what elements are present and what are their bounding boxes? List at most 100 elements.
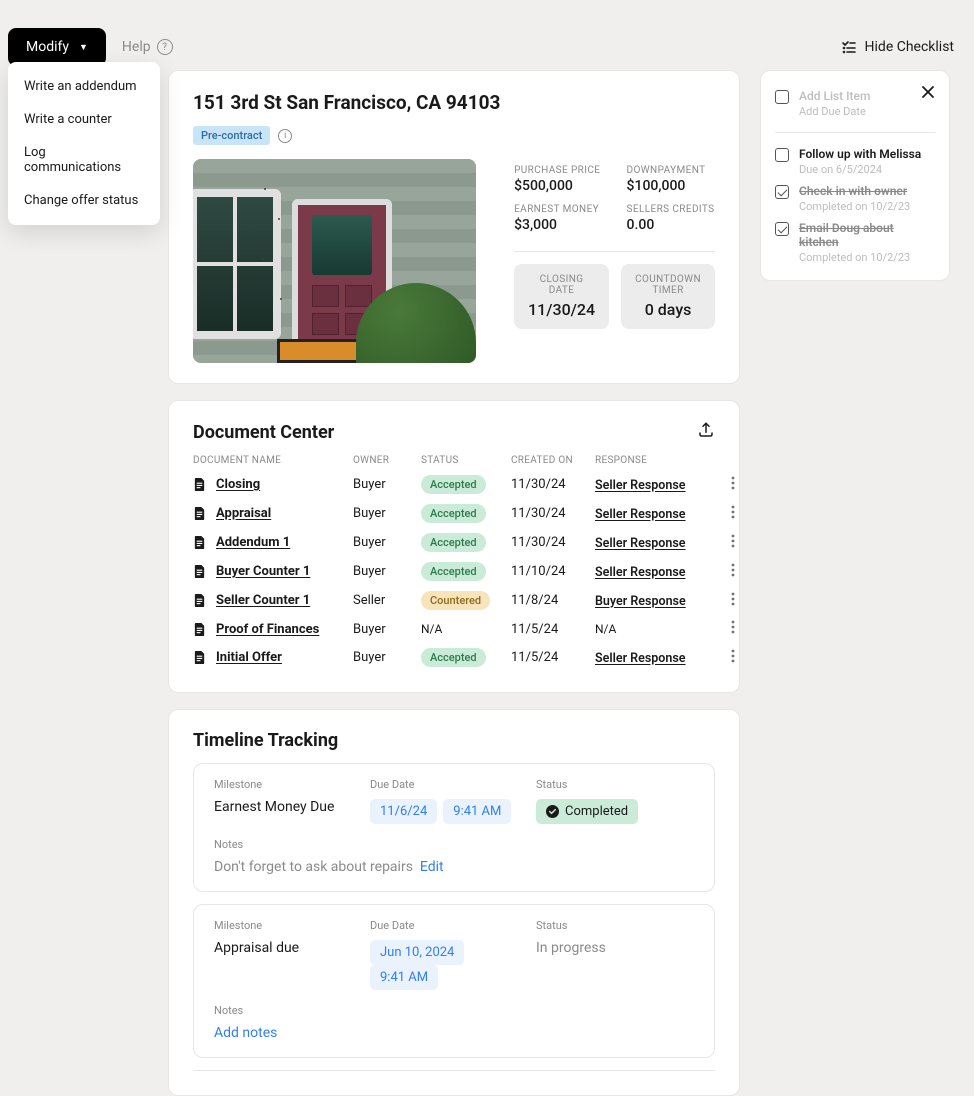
document-name-link[interactable]: Appraisal	[216, 506, 271, 521]
checklist-item-sub: Due on 6/5/2024	[799, 163, 921, 176]
document-icon	[193, 506, 206, 521]
checklist-icon	[841, 39, 857, 55]
modify-dropdown: Write an addendum Write a counter Log co…	[8, 62, 160, 225]
document-name-link[interactable]: Initial Offer	[216, 650, 282, 665]
document-name-link[interactable]: Buyer Counter 1	[216, 564, 310, 579]
status-completed-badge: Completed	[536, 799, 638, 824]
sellers-credits-value: 0.00	[627, 217, 715, 233]
col-created: CREATED ON	[511, 455, 595, 466]
checklist-item[interactable]: Check in with ownerCompleted on 10/2/23	[775, 180, 935, 217]
countdown-label: COUNTDOWN TIMER	[635, 274, 701, 296]
menu-change-offer-status[interactable]: Change offer status	[8, 184, 160, 217]
earnest-value: $3,000	[514, 217, 602, 233]
due-date-pill[interactable]: Jun 10, 2024	[370, 940, 464, 965]
response-link[interactable]: Seller Response	[595, 536, 686, 551]
row-more-button[interactable]	[715, 505, 735, 523]
due-date-label: Due Date	[370, 919, 536, 932]
owner-cell: Buyer	[353, 535, 421, 550]
purchase-price-label: PURCHASE PRICE	[514, 165, 602, 176]
checkbox-checked-icon[interactable]	[775, 222, 789, 236]
owner-cell: Buyer	[353, 506, 421, 521]
checklist-item[interactable]: Email Doug about kitchenCompleted on 10/…	[775, 217, 935, 268]
edit-notes-link[interactable]: Edit	[420, 859, 444, 875]
hide-checklist-label: Hide Checklist	[865, 39, 954, 55]
row-more-button[interactable]	[715, 649, 735, 667]
checkbox-icon[interactable]	[775, 148, 789, 162]
response-link[interactable]: Seller Response	[595, 565, 686, 580]
due-time-pill[interactable]: 9:41 AM	[443, 799, 511, 824]
status-label: Status	[536, 919, 694, 932]
created-cell: 11/10/24	[511, 564, 595, 579]
created-cell: 11/30/24	[511, 477, 595, 492]
add-due-date-placeholder: Add Due Date	[799, 105, 870, 118]
due-date-pill[interactable]: 11/6/24	[370, 799, 437, 824]
status-badge: Accepted	[421, 533, 486, 552]
due-time-pill[interactable]: 9:41 AM	[370, 965, 438, 990]
timeline-item: Milestone Appraisal dueDue Date Jun 10, 20…	[193, 904, 715, 1058]
sellers-credits-label: SELLERS CREDITS	[627, 204, 715, 215]
earnest-label: EARNEST MONEY	[514, 204, 602, 215]
countdown-tile: COUNTDOWN TIMER 0 days	[621, 264, 715, 329]
milestone-label: Milestone	[214, 778, 370, 791]
col-response: RESPONSE	[595, 455, 715, 466]
checkbox-checked-icon[interactable]	[775, 185, 789, 199]
owner-cell: Buyer	[353, 650, 421, 665]
help-link[interactable]: Help ?	[122, 39, 173, 55]
countdown-value: 0 days	[635, 300, 701, 319]
menu-write-addendum[interactable]: Write an addendum	[8, 70, 160, 103]
hide-checklist-button[interactable]: Hide Checklist	[841, 39, 954, 55]
row-more-button[interactable]	[715, 592, 735, 610]
status-badge: Accepted	[421, 648, 486, 667]
created-cell: 11/5/24	[511, 650, 595, 665]
notes-label: Notes	[214, 838, 694, 851]
row-more-button[interactable]	[715, 563, 735, 581]
document-name-link[interactable]: Addendum 1	[216, 535, 290, 550]
milestone-value: Earnest Money Due	[214, 799, 370, 815]
notes-label: Notes	[214, 1004, 694, 1017]
document-name-link[interactable]: Closing	[216, 477, 260, 492]
document-icon	[193, 477, 206, 492]
status-badge: Accepted	[421, 562, 486, 581]
row-more-button[interactable]	[715, 476, 735, 494]
closing-date-label: CLOSING DATE	[528, 274, 595, 296]
document-icon	[193, 593, 206, 608]
add-notes-link[interactable]: Add notes	[214, 1025, 277, 1041]
status-na: N/A	[421, 622, 442, 636]
col-document-name: DOCUMENT NAME	[193, 455, 353, 466]
timeline-title: Timeline Tracking	[193, 730, 715, 751]
timeline-item: Milestone Earnest Money DueDue Date 11/6/2…	[193, 763, 715, 892]
due-date-label: Due Date	[370, 778, 536, 791]
col-status: STATUS	[421, 455, 511, 466]
status-badge: Countered	[421, 591, 490, 610]
modify-label: Modify	[26, 39, 69, 55]
checklist-add-item[interactable]: Add List Item Add Due Date	[775, 85, 870, 122]
document-name-link[interactable]: Proof of Finances	[216, 622, 319, 637]
info-icon[interactable]: i	[278, 129, 292, 143]
checklist-item[interactable]: Follow up with Melissa Due on 6/5/2024	[775, 143, 935, 180]
downpayment-value: $100,000	[627, 178, 715, 194]
checklist-panel: Add List Item Add Due Date Follow up wit…	[760, 70, 950, 281]
table-row: ClosingBuyerAccepted11/30/24Seller Respo…	[193, 470, 715, 499]
response-na: N/A	[595, 622, 616, 636]
checklist-item-title: Follow up with Melissa	[799, 147, 921, 161]
response-link[interactable]: Seller Response	[595, 651, 686, 666]
milestone-label: Milestone	[214, 919, 370, 932]
row-more-button[interactable]	[715, 534, 735, 552]
response-link[interactable]: Seller Response	[595, 507, 686, 522]
close-icon[interactable]	[921, 85, 935, 103]
share-icon[interactable]	[697, 421, 715, 443]
milestone-value: Appraisal due	[214, 940, 370, 956]
owner-cell: Seller	[353, 593, 421, 608]
table-row: Buyer Counter 1BuyerAccepted11/10/24Sell…	[193, 557, 715, 586]
menu-log-communications[interactable]: Log communications	[8, 136, 160, 184]
document-table: DOCUMENT NAME OWNER STATUS CREATED ON RE…	[193, 449, 715, 672]
response-link[interactable]: Seller Response	[595, 478, 686, 493]
menu-write-counter[interactable]: Write a counter	[8, 103, 160, 136]
response-link[interactable]: Buyer Response	[595, 594, 686, 609]
property-summary-card: 151 3rd St San Francisco, CA 94103 Pre-c…	[168, 70, 740, 384]
status-badge: Accepted	[421, 504, 486, 523]
help-icon: ?	[157, 39, 173, 55]
document-name-link[interactable]: Seller Counter 1	[216, 593, 310, 608]
row-more-button[interactable]	[715, 620, 735, 638]
modify-button[interactable]: Modify ▼	[8, 28, 106, 66]
